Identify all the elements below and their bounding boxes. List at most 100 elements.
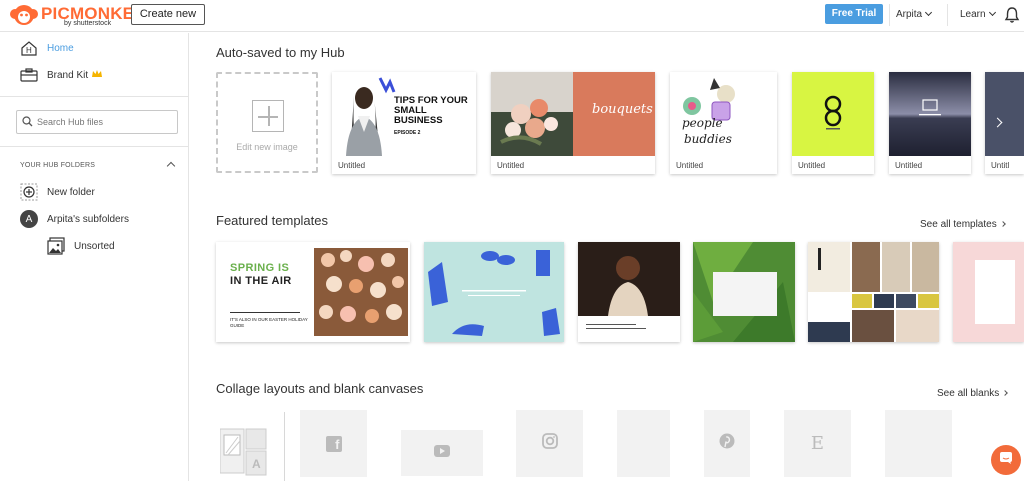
template-card[interactable]: [808, 242, 939, 342]
chat-icon: [999, 451, 1013, 470]
crown-icon: [92, 69, 103, 81]
divider: [889, 4, 890, 26]
youtube-canvas-tile[interactable]: [401, 430, 483, 476]
thumb-word: buddies: [684, 132, 732, 146]
add-folder-icon: [20, 183, 38, 201]
template-card[interactable]: [424, 242, 564, 342]
featured-heading: Featured templates: [216, 213, 329, 228]
hub-search-input[interactable]: Search Hub files: [16, 110, 178, 134]
search-icon: [22, 115, 33, 129]
template-thumbnail: [578, 242, 680, 342]
facebook-canvas-tile[interactable]: f: [300, 410, 367, 477]
chevron-right-icon: [1002, 390, 1009, 396]
file-name: Untitled: [338, 161, 366, 170]
template-thumbnail: [808, 242, 939, 342]
file-name: Untitled: [676, 161, 704, 170]
chevron-right-icon: [999, 221, 1006, 227]
sidebar-item-label: Home: [47, 42, 74, 54]
template-thumbnail: SPRING IS IN THE AIR IT'S ALSO IN OUR EA…: [216, 242, 410, 342]
pinterest-canvas-tile[interactable]: [704, 410, 750, 477]
avatar: A: [20, 210, 38, 228]
hub-file-thumbnail: bouquets: [491, 72, 655, 156]
hub-file-card[interactable]: TIPS FOR YOUR SMALL BUSINESS EPISODE 2 U…: [332, 72, 476, 174]
chevron-up-icon[interactable]: [166, 161, 176, 171]
edit-new-image-button[interactable]: Edit new image: [216, 72, 318, 173]
new-folder-button[interactable]: New folder: [20, 183, 95, 201]
file-name: Untitled: [497, 161, 525, 170]
user-name: Arpita: [896, 9, 923, 20]
youtube-icon: [434, 444, 450, 462]
chevron-down-icon: [988, 8, 996, 17]
template-card[interactable]: [578, 242, 680, 342]
learn-menu[interactable]: Learn: [960, 8, 996, 20]
picmonkey-logo[interactable]: PICMONKEY by shutterstock: [9, 3, 146, 29]
file-name: Untitled: [895, 161, 923, 170]
sidebar-item-brand-kit[interactable]: Brand Kit: [20, 66, 103, 84]
hub-file-thumbnail: [889, 72, 971, 156]
sidebar-item-subfolders[interactable]: A Arpita's subfolders: [20, 210, 129, 228]
etsy-canvas-tile[interactable]: E: [784, 410, 851, 477]
chevron-down-icon: [925, 8, 933, 17]
facebook-icon: f: [325, 435, 342, 452]
top-bar: PICMONKEY by shutterstock Create new Fre…: [0, 0, 1024, 32]
text-letter-icon: A: [252, 457, 261, 471]
template-card[interactable]: SPRING IS IN THE AIR IT'S ALSO IN OUR EA…: [216, 242, 410, 342]
template-card[interactable]: [693, 242, 795, 342]
etsy-icon: E: [810, 433, 825, 454]
hub-file-card[interactable]: people buddies Untitled: [670, 72, 777, 174]
sidebar-item-label: Arpita's subfolders: [47, 213, 129, 225]
template-subtext: IT'S ALSO IN OUR EASTER HOLIDAY GUIDE: [230, 317, 308, 328]
thumb-word: people: [682, 116, 723, 130]
blank-canvas-tile[interactable]: [885, 410, 952, 477]
see-all-label: See all blanks: [937, 388, 1000, 399]
thumb-headline: TIPS FOR YOUR SMALL BUSINESS: [394, 95, 468, 126]
file-name: Untitl: [991, 161, 1010, 170]
template-thumbnail: [693, 242, 795, 342]
briefcase-icon: [20, 66, 38, 84]
sidebar-item-unsorted[interactable]: Unsorted: [47, 237, 115, 255]
divider: [0, 146, 189, 147]
template-thumbnail: [424, 242, 564, 342]
file-name: Untitled: [798, 161, 826, 170]
folders-heading: YOUR HUB FOLDERS: [20, 162, 96, 169]
edit-new-label: Edit new image: [236, 142, 298, 152]
svg-text:H: H: [26, 46, 32, 55]
hub-file-thumbnail: [792, 72, 874, 156]
collage-layouts-icon[interactable]: A: [219, 427, 268, 477]
chat-support-button[interactable]: [991, 445, 1021, 475]
hub-file-card[interactable]: Untitled: [792, 72, 874, 174]
free-trial-button[interactable]: Free Trial: [825, 4, 883, 24]
hub-file-thumbnail: people buddies: [670, 72, 777, 156]
template-headline: IN THE AIR: [230, 275, 292, 287]
divider: [284, 412, 285, 481]
sidebar: H Home Brand Kit Search Hub files YOUR H…: [0, 33, 189, 481]
sidebar-item-label: Brand Kit: [47, 69, 89, 81]
see-all-blanks-link[interactable]: See all blanks: [937, 388, 1009, 399]
search-placeholder: Search Hub files: [37, 117, 104, 127]
hub-file-card[interactable]: Untitled: [889, 72, 971, 174]
hub-file-card[interactable]: bouquets Untitled: [491, 72, 655, 174]
user-menu[interactable]: Arpita: [896, 8, 933, 20]
collage-heading: Collage layouts and blank canvases: [216, 381, 424, 396]
see-all-templates-link[interactable]: See all templates: [920, 219, 1006, 230]
home-icon: H: [20, 39, 38, 57]
autosaved-heading: Auto-saved to my Hub: [216, 45, 345, 60]
notification-bell-icon[interactable]: [1004, 6, 1020, 24]
create-new-button[interactable]: Create new: [131, 4, 205, 25]
divider: [947, 4, 948, 26]
learn-label: Learn: [960, 9, 986, 20]
logo-byline: by shutterstock: [64, 20, 112, 27]
see-all-label: See all templates: [920, 219, 997, 230]
carousel-next-icon[interactable]: [988, 112, 1010, 134]
plus-icon: [252, 100, 284, 132]
pinterest-icon: [719, 433, 735, 454]
instagram-canvas-tile[interactable]: [516, 410, 583, 477]
thumb-subtext: EPISODE 2: [394, 130, 421, 136]
blank-canvas-tile[interactable]: [617, 410, 670, 477]
sidebar-item-label: New folder: [47, 186, 95, 198]
sidebar-item-label: Unsorted: [74, 240, 115, 252]
instagram-icon: [541, 433, 558, 454]
carousel-next-icon[interactable]: [988, 282, 1010, 304]
sidebar-item-home[interactable]: H Home: [20, 39, 74, 57]
divider: [0, 96, 189, 97]
